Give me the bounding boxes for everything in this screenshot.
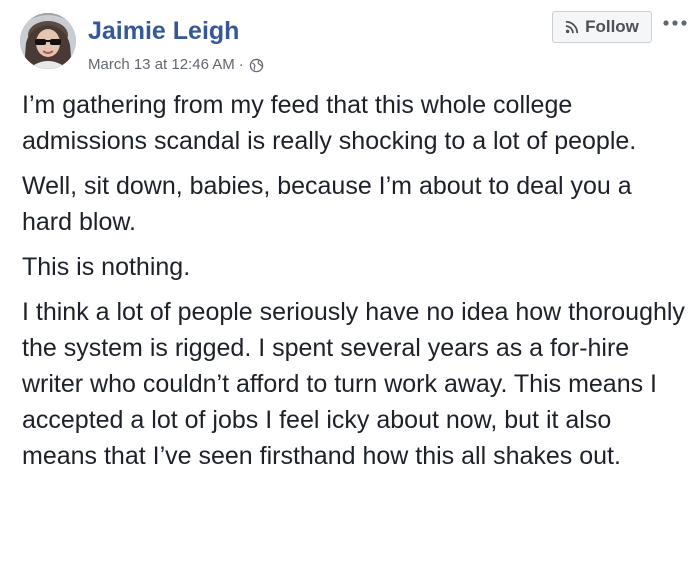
post-paragraph: I think a lot of people seriously have n… bbox=[22, 298, 685, 470]
post-meta: March 13 at 12:46 AM · bbox=[88, 56, 264, 74]
post-paragraph: I’m gathering from my feed that this who… bbox=[22, 91, 637, 155]
post-paragraph: Well, sit down, babies, because I’m abou… bbox=[22, 172, 632, 236]
follow-button[interactable]: Follow bbox=[552, 11, 652, 43]
post-body: I’m gathering from my feed that this who… bbox=[22, 87, 688, 483]
avatar-photo bbox=[20, 13, 76, 69]
more-options-icon[interactable] bbox=[657, 12, 693, 34]
author-name[interactable]: Jaimie Leigh bbox=[88, 15, 239, 47]
follow-button-label: Follow bbox=[585, 17, 639, 36]
facebook-post: Jaimie Leigh March 13 at 12:46 AM · Foll… bbox=[0, 0, 700, 568]
meta-separator: · bbox=[238, 56, 244, 73]
rss-icon bbox=[565, 20, 579, 34]
post-timestamp[interactable]: March 13 at 12:46 AM bbox=[88, 56, 235, 74]
author-avatar[interactable] bbox=[20, 13, 76, 69]
post-paragraph: This is nothing. bbox=[22, 253, 191, 281]
globe-icon[interactable] bbox=[249, 58, 264, 73]
